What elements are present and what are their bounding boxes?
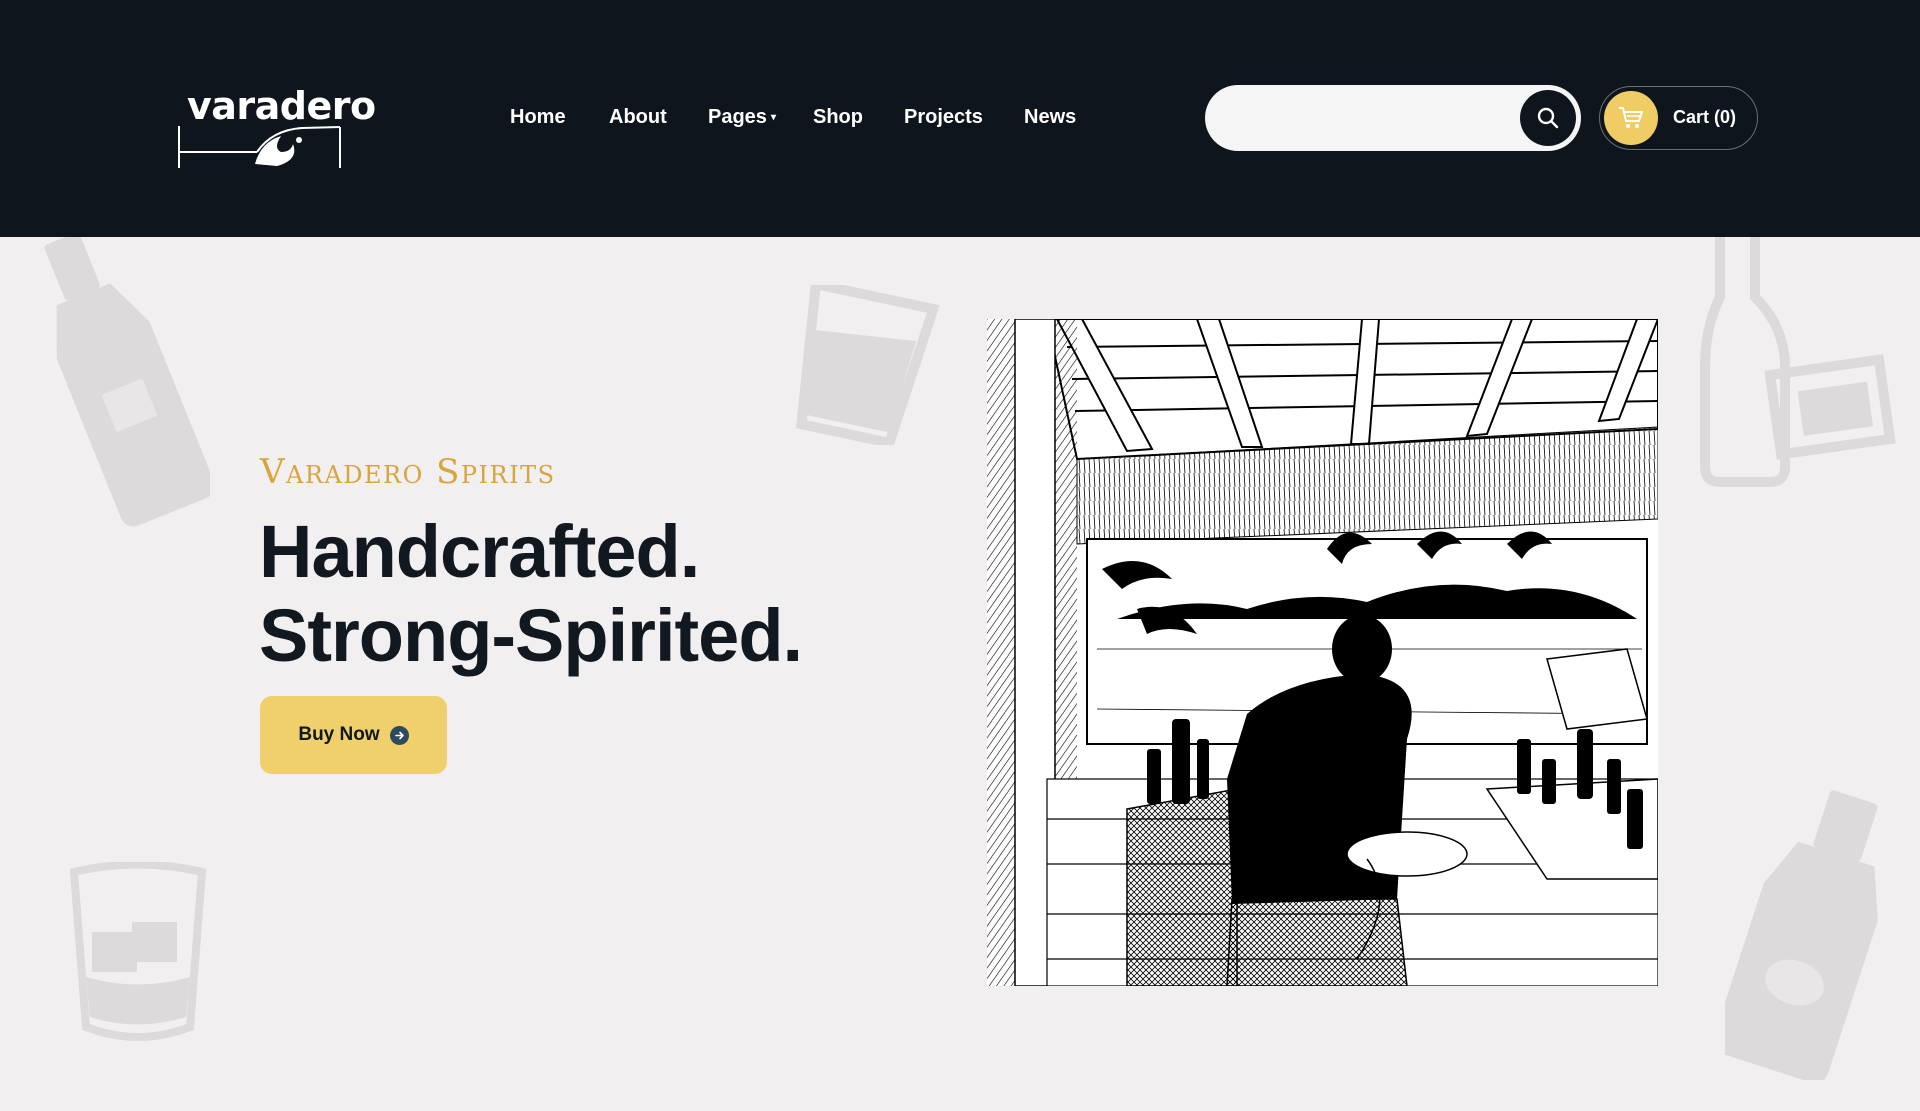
cart-icon-circle (1604, 91, 1658, 145)
hero-headline-line2: Strong-Spirited. (259, 594, 803, 677)
search-button[interactable] (1520, 90, 1576, 146)
bartender-illustration (987, 319, 1658, 986)
nav-item-home[interactable]: Home (510, 106, 566, 129)
brand-logo[interactable]: varadero (177, 84, 376, 170)
arrow-right-circle-icon (389, 725, 409, 745)
nav-item-projects[interactable]: Projects (904, 106, 983, 129)
nav-item-label: Pages (708, 106, 767, 128)
logo-glass-icon (178, 126, 341, 168)
buy-now-label: Buy Now (298, 724, 380, 745)
cart-button[interactable]: Cart (0) (1599, 86, 1758, 150)
hero-illustration (987, 319, 1658, 986)
glass-decoration-icon (795, 285, 940, 445)
nav-item-news[interactable]: News (1024, 106, 1076, 129)
search-box (1205, 85, 1581, 151)
search-icon (1537, 107, 1559, 129)
nav-item-label: About (609, 106, 667, 128)
site-header: varadero Home About Pages ▾ Shop Projects… (0, 0, 1920, 237)
nav-item-label: Home (510, 106, 566, 128)
nav-item-label: Shop (813, 106, 863, 128)
nav-item-label: News (1024, 106, 1077, 128)
nav-item-pages[interactable]: Pages ▾ (708, 106, 776, 129)
nav-item-about[interactable]: About (609, 106, 667, 129)
buy-now-button[interactable]: Buy Now (260, 696, 447, 774)
nav-item-shop[interactable]: Shop (813, 106, 863, 129)
cart-label: Cart (0) (1673, 107, 1737, 127)
hero-headline-line1: Handcrafted. (259, 510, 700, 593)
hero-headline: Handcrafted. Strong-Spirited. (259, 510, 803, 678)
bottle-decoration-icon-2 (1725, 790, 1878, 1080)
nav-item-label: Projects (904, 106, 983, 128)
cart-icon (1619, 107, 1643, 128)
chevron-down-icon: ▾ (770, 112, 776, 124)
hero-eyebrow: Varadero Spirits (260, 452, 556, 492)
search-input[interactable] (1229, 98, 1503, 140)
bottle-decoration-icon (44, 237, 210, 527)
whisky-glass-decoration-icon (69, 862, 207, 1041)
bottle-glass-decoration-icon (1700, 237, 1896, 487)
